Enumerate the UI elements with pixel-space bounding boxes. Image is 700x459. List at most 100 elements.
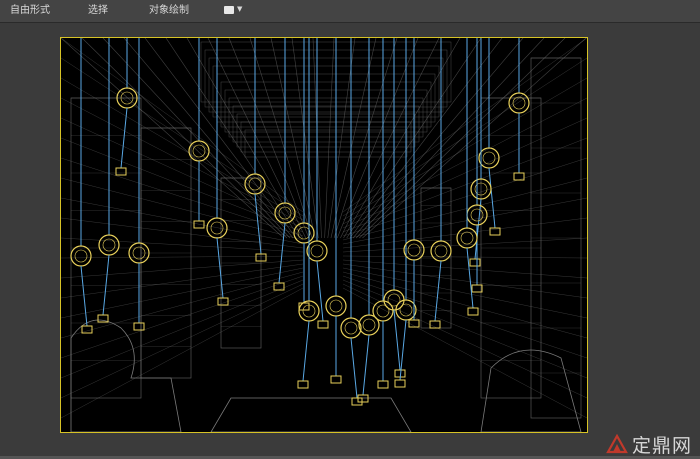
ceiling-grid [212,65,440,118]
pendant-lamp-inner [512,96,526,110]
light-target-box [467,307,479,316]
light-target-box [469,258,481,267]
tab-selection[interactable]: 选择 [88,4,108,18]
lamp-cable [434,260,442,322]
pendant-lamp-inner [434,244,448,258]
wire-line [324,38,335,239]
light-target-box [217,297,229,306]
wire-line [343,38,461,239]
ceiling-grid [232,105,420,143]
light-target-box [513,172,525,181]
lamp-cable [80,265,88,327]
pendant-lamp-inner [399,303,413,317]
chevron-down-icon: ▼ [237,5,243,13]
perspective-viewport[interactable] [60,37,588,433]
light-target-box [377,380,389,389]
wire-line [123,38,294,239]
wire-line [61,38,304,213]
light-target-box [115,167,127,176]
ribbon-toolbar: 自由形式 选择 对象绘制 ▼ [0,0,700,23]
pendant-lamp [206,217,228,239]
wire-line [61,255,304,259]
wire-line [144,38,297,239]
lamp-cable [102,254,110,316]
wire-line [349,38,503,239]
pendant-lamp-inner [329,299,343,313]
wire-line [342,38,587,213]
wire-line [342,279,587,379]
wire-line [362,38,587,239]
lamp-cable [254,193,262,255]
pendant-lamp [188,140,210,162]
wire-line [352,38,524,239]
pendant-lamp [478,147,500,169]
watermark: 定鼎网 [606,432,692,457]
wire-line [342,287,587,419]
wire-line [61,287,304,419]
wire-line [61,177,304,241]
light-target-box [193,220,205,229]
pendant-lamp-inner [310,244,324,258]
ceiling-grid [220,81,432,128]
pendant-lamp-inner [248,177,262,191]
pendant-lamp [325,295,347,317]
wire-line [61,157,304,237]
wire-line [61,279,304,379]
viewport-toggle-icon [224,6,234,14]
wire-line [165,38,300,239]
ceiling-grid [204,49,448,108]
watermark-text: 定鼎网 [631,434,692,457]
pendant-lamp-inner [278,206,292,220]
tab-freeform[interactable]: 自由形式 [10,4,50,18]
light-target-box [330,375,342,384]
wire-line [342,157,587,237]
zhuoding-logo-icon [606,434,628,454]
wire-line [102,38,291,239]
wire-line [61,275,304,359]
ribbon-options-dropdown[interactable]: ▼ [224,4,246,17]
pendant-lamp [466,204,488,226]
lamp-cable [488,167,496,229]
light-target-box [317,320,329,329]
lamp-cable [362,334,370,396]
pendant-lamp [70,245,92,267]
light-target-box [133,322,145,331]
wire-line [355,38,545,239]
pendant-lamp [372,300,394,322]
viewport-area [0,23,700,459]
wireframe-scene [61,38,587,432]
wire-line [342,117,587,229]
lamp-cable [278,222,286,284]
pendant-lamp [244,173,266,195]
pendant-lamp-inner [362,318,376,332]
wire-line [342,177,587,241]
light-target-box [394,379,406,388]
lamp-cable [350,337,358,399]
pendant-lamp [340,317,362,339]
pendant-lamp-inner [407,243,421,257]
pendant-lamp [508,92,530,114]
tab-object-paint[interactable]: 对象绘制 [149,4,189,18]
lamp-cable [302,320,310,382]
wire-line [342,255,587,259]
light-target-box [471,284,483,293]
pendant-lamp-inner [344,321,358,335]
coffee-table [210,397,412,432]
pendant-lamp-inner [460,231,474,245]
lamp-cable [474,198,482,260]
lamp-cable [393,309,401,371]
wire-line [342,77,587,221]
armchair [70,319,182,432]
wire-line [61,38,284,239]
wire-line [342,275,587,359]
lamp-cable [120,107,128,169]
wire-line [61,77,304,221]
pendant-lamp [98,234,120,256]
light-target-box [297,380,309,389]
pendant-lamp-inner [74,249,88,263]
lamp-cable [316,260,324,322]
pendant-lamp [306,240,328,262]
wire-line [342,237,587,253]
wire-line [61,271,304,339]
wire-line [61,283,304,399]
